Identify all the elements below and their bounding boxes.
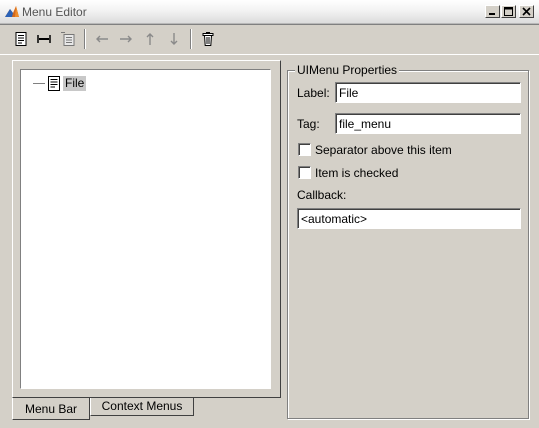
- menu-tree[interactable]: File: [20, 69, 271, 389]
- move-down-button[interactable]: [163, 28, 185, 50]
- callback-caption: Callback:: [297, 188, 347, 202]
- delete-icon: [202, 32, 214, 46]
- new-menu-button[interactable]: [10, 28, 32, 50]
- maximize-icon: [504, 7, 513, 16]
- maximize-button[interactable]: [501, 5, 516, 18]
- close-button[interactable]: [519, 5, 534, 18]
- menu-editor-window: Menu Editor File Menu Bar Context Menus …: [0, 0, 539, 428]
- move-down-icon: [170, 33, 178, 45]
- delete-button[interactable]: [197, 28, 219, 50]
- title-bar[interactable]: Menu Editor: [0, 0, 539, 24]
- item-checked-checkbox-label: Item is checked: [315, 166, 399, 180]
- toolbar: [0, 24, 539, 55]
- group-title: UIMenu Properties: [295, 63, 400, 77]
- label-input[interactable]: [335, 82, 521, 103]
- window-title: Menu Editor: [22, 5, 87, 19]
- move-right-icon: [120, 35, 132, 43]
- move-right-button[interactable]: [115, 28, 137, 50]
- new-menu-icon: [15, 32, 27, 46]
- tree-item-file[interactable]: File: [33, 75, 87, 91]
- move-up-icon: [146, 33, 154, 45]
- move-left-button[interactable]: [91, 28, 113, 50]
- tab-context-menus[interactable]: Context Menus: [90, 398, 194, 416]
- new-menu-item-icon: [37, 35, 51, 43]
- new-context-menu-icon: [61, 32, 75, 46]
- close-icon: [522, 7, 531, 16]
- callback-input[interactable]: [297, 208, 521, 229]
- menu-item-icon: [48, 75, 60, 91]
- tree-connector-line: [33, 82, 45, 84]
- move-left-icon: [96, 35, 108, 43]
- tag-caption: Tag:: [297, 117, 320, 131]
- new-menu-item-button[interactable]: [33, 28, 55, 50]
- label-caption: Label:: [297, 86, 330, 100]
- minimize-button[interactable]: [485, 5, 500, 18]
- tree-item-label: File: [63, 75, 87, 91]
- separator-checkbox-label: Separator above this item: [315, 143, 452, 157]
- tab-menu-bar[interactable]: Menu Bar: [12, 398, 90, 420]
- new-context-menu-button[interactable]: [57, 28, 79, 50]
- move-up-button[interactable]: [139, 28, 161, 50]
- tag-input[interactable]: [335, 113, 521, 134]
- separator-checkbox[interactable]: [298, 143, 311, 156]
- matlab-logo-icon: [5, 6, 19, 17]
- minimize-icon: [489, 13, 495, 15]
- item-checked-checkbox[interactable]: [298, 166, 311, 179]
